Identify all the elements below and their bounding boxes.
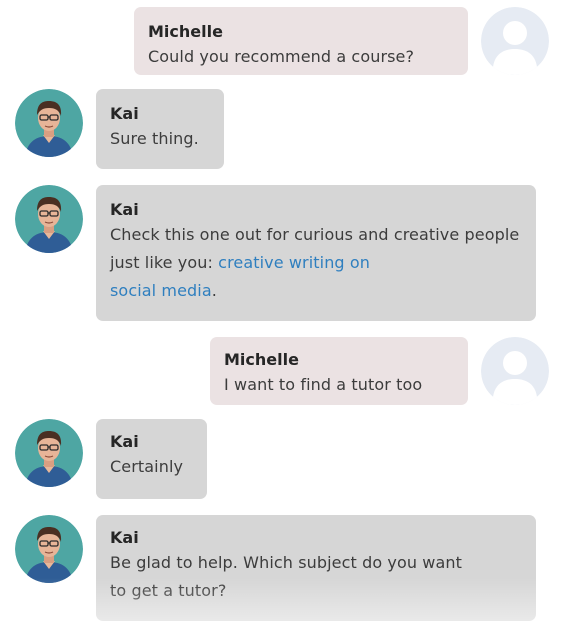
man-with-glasses-avatar-icon [15, 419, 83, 487]
sender-name: Kai [110, 200, 139, 219]
man-with-glasses-avatar-icon [15, 89, 83, 157]
sender-name: Michelle [148, 22, 223, 41]
course-link-line2[interactable]: social media [110, 281, 212, 300]
message-text: Certainly [110, 457, 184, 476]
default-user-avatar-icon [481, 337, 549, 405]
message-bubble: Michelle Could you recommend a course? [134, 7, 468, 75]
message-text: Check this one out for curious and creat… [110, 221, 523, 305]
message-text: I want to find a tutor too [224, 375, 423, 394]
message-text: Be glad to help. Which subject do you wa… [110, 549, 523, 605]
sender-name: Kai [110, 432, 139, 451]
message-bubble: Kai Be glad to help. Which subject do yo… [96, 515, 536, 621]
sender-name: Kai [110, 528, 139, 547]
message-bubble: Kai Sure thing. [96, 89, 224, 169]
man-with-glasses-avatar-icon [15, 515, 83, 583]
message-bubble: Kai Check this one out for curious and c… [96, 185, 536, 321]
default-user-avatar-icon [481, 7, 549, 75]
man-with-glasses-avatar-icon [15, 185, 83, 253]
message-bubble: Michelle I want to find a tutor too [210, 337, 468, 405]
message-text: Sure thing. [110, 129, 199, 148]
sender-name: Michelle [224, 350, 299, 369]
message-text-line1: Be glad to help. Which subject do you wa… [110, 553, 462, 572]
message-text-after-link: . [211, 281, 217, 300]
course-link-line1[interactable]: creative writing on [218, 253, 370, 272]
sender-name: Kai [110, 104, 139, 123]
message-text-line2: to get a tutor? [110, 581, 227, 600]
message-text: Could you recommend a course? [148, 47, 415, 66]
message-bubble: Kai Certainly [96, 419, 207, 499]
